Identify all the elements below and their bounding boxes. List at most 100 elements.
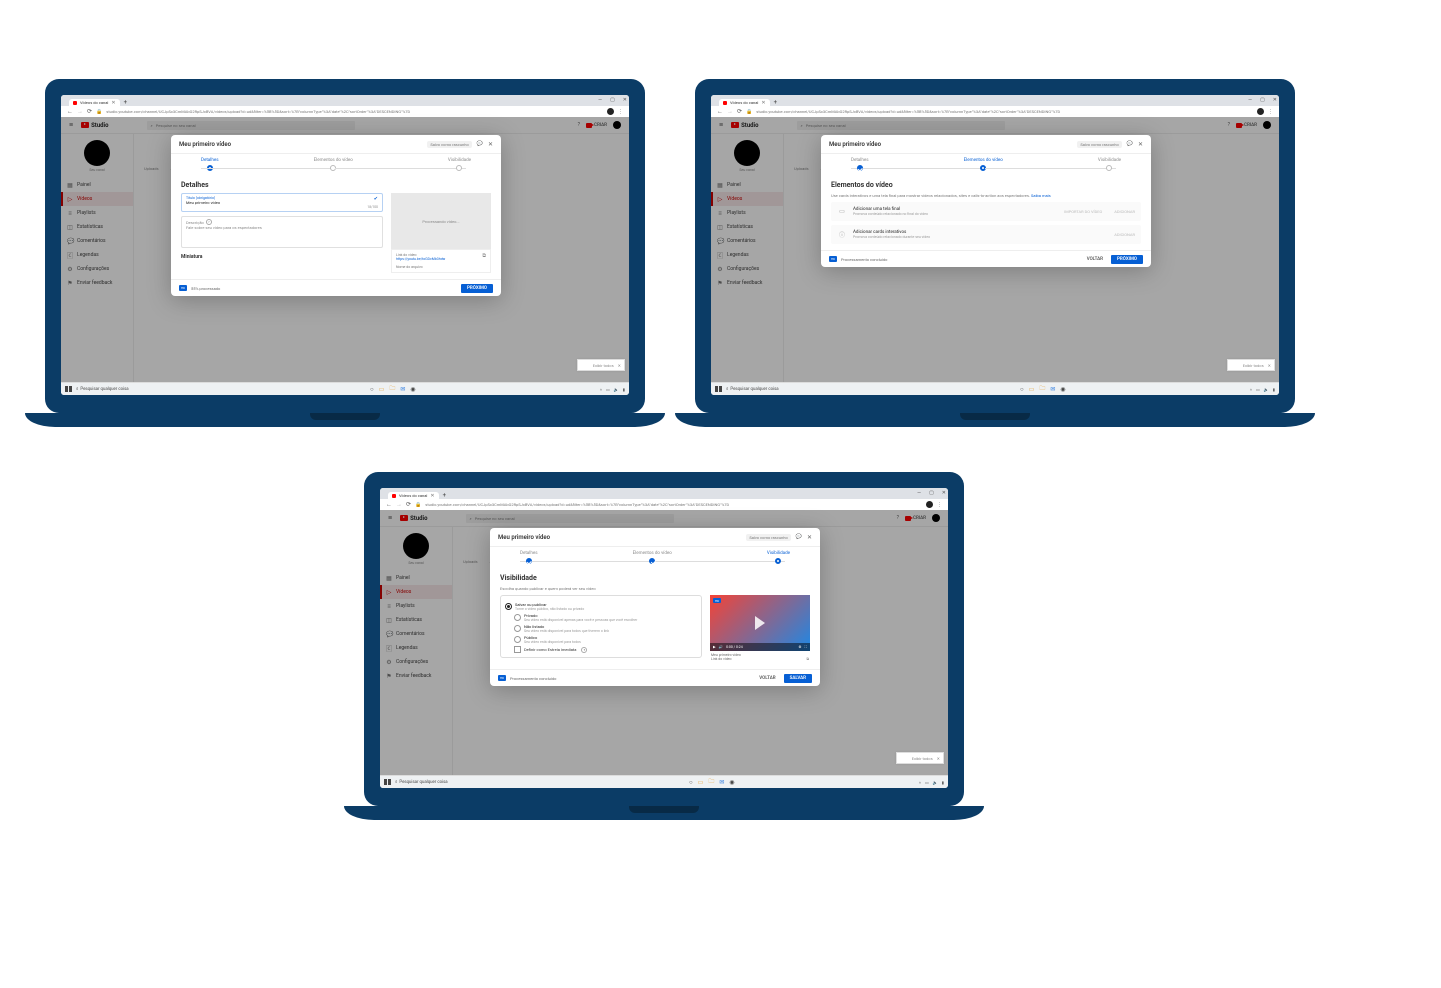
cortana-icon[interactable]: ○: [689, 779, 693, 786]
forward-icon[interactable]: →: [396, 501, 402, 508]
chrome-menu-icon[interactable]: ⋮: [937, 502, 942, 508]
taskbar-search[interactable]: ⌕ Pesquisar qualquer coisa: [395, 780, 505, 785]
new-tab-button[interactable]: +: [774, 100, 777, 106]
radio-public[interactable]: Público Seu vídeo está disponível para t…: [514, 635, 697, 644]
video-link[interactable]: https://youtu.be/toGDcMb3hdw: [396, 257, 486, 261]
explorer-icon[interactable]: 🗀: [1039, 384, 1045, 394]
tray-volume-icon[interactable]: 🔈: [1264, 387, 1269, 392]
forward-icon[interactable]: →: [727, 108, 733, 115]
browser-tab[interactable]: Vídeos do canal ✕: [388, 492, 439, 499]
back-button[interactable]: VOLTAR: [759, 676, 775, 681]
window-minimize[interactable]: —: [917, 491, 921, 496]
premiere-checkbox[interactable]: Definir como Estreia imediata ?: [514, 646, 697, 653]
chrome-menu-icon[interactable]: ⋮: [618, 109, 623, 115]
window-maximize[interactable]: ▢: [929, 491, 934, 496]
step-details[interactable]: Detalhes: [851, 158, 869, 171]
step-details[interactable]: Detalhes: [520, 551, 538, 564]
start-button[interactable]: [65, 386, 72, 393]
taskview-icon[interactable]: ▭: [379, 386, 385, 393]
chat-bar[interactable]: Exibir todos ✕: [896, 752, 944, 764]
copy-icon[interactable]: ⧉: [482, 253, 486, 259]
tray-volume-icon[interactable]: 🔈: [933, 780, 938, 785]
add-cards-button[interactable]: ADICIONAR: [1114, 232, 1135, 237]
play-icon[interactable]: [755, 616, 765, 630]
window-close[interactable]: ✕: [942, 491, 946, 496]
taskbar-search[interactable]: ⌕ Pesquisar qualquer coisa: [726, 387, 836, 392]
chat-bar[interactable]: Exibir todos ✕: [577, 359, 625, 371]
chatbar-close-icon[interactable]: ✕: [1268, 363, 1271, 368]
tray-volume-icon[interactable]: 🔈: [614, 387, 619, 392]
modal-feedback-icon[interactable]: 💬: [1127, 141, 1133, 147]
chrome-menu-icon[interactable]: ⋮: [1268, 109, 1273, 115]
step-elements[interactable]: Elementos do vídeo: [314, 158, 353, 171]
modal-close-icon[interactable]: ✕: [1138, 141, 1143, 148]
back-icon[interactable]: ←: [717, 108, 723, 115]
radio-unlisted[interactable]: Não listado Seu vídeo está disponível pa…: [514, 624, 697, 633]
chrome-icon[interactable]: ◉: [410, 386, 415, 393]
chat-bar[interactable]: Exibir todos ✕: [1227, 359, 1275, 371]
radio-private[interactable]: Privado Seu vídeo está disponível apenas…: [514, 613, 697, 622]
url-text[interactable]: studio.youtube.com/channel/UCJpSx3CmMAbG…: [425, 502, 922, 507]
tray-network-icon[interactable]: ▭: [925, 780, 929, 785]
tab-close-icon[interactable]: ✕: [761, 101, 765, 105]
new-tab-button[interactable]: +: [124, 100, 127, 106]
reload-icon[interactable]: ⟳: [737, 108, 742, 115]
reload-icon[interactable]: ⟳: [406, 501, 411, 508]
radio-save-publish[interactable]: Salvar ou publicar Torne o vídeo público…: [505, 602, 697, 611]
taskview-icon[interactable]: ▭: [1029, 386, 1035, 393]
chrome-profile-avatar[interactable]: [1257, 108, 1264, 115]
window-minimize[interactable]: —: [598, 98, 602, 103]
explorer-icon[interactable]: 🗀: [708, 777, 714, 787]
video-thumbnail[interactable]: HD ▶ 🔊 0:00 / 0:24 ⚙ ⛶: [710, 595, 810, 651]
tray-battery-icon[interactable]: ▮: [623, 387, 625, 392]
modal-close-icon[interactable]: ✕: [488, 141, 493, 148]
chatbar-close-icon[interactable]: ✕: [618, 363, 621, 368]
add-end-screen-button[interactable]: ADICIONAR: [1114, 209, 1135, 214]
window-maximize[interactable]: ▢: [610, 98, 615, 103]
title-field[interactable]: ✔ Título (obrigatório) Meu primeiro víde…: [181, 193, 383, 212]
window-close[interactable]: ✕: [623, 98, 627, 103]
video-controls[interactable]: ▶ 🔊 0:00 / 0:24 ⚙ ⛶: [710, 643, 810, 651]
browser-tab[interactable]: Vídeos do canal ✕: [69, 99, 120, 106]
play-icon[interactable]: ▶: [713, 645, 716, 649]
step-details[interactable]: Detalhes: [201, 158, 219, 171]
copy-icon[interactable]: ⧉: [807, 657, 810, 661]
start-button[interactable]: [384, 779, 391, 786]
window-minimize[interactable]: —: [1248, 98, 1252, 103]
back-icon[interactable]: ←: [386, 501, 392, 508]
url-text[interactable]: studio.youtube.com/channel/UCJpSx3CmMAbG…: [106, 109, 603, 114]
step-visibility[interactable]: Visibilidade: [767, 551, 790, 564]
window-maximize[interactable]: ▢: [1260, 98, 1265, 103]
tab-close-icon[interactable]: ✕: [111, 101, 115, 105]
url-text[interactable]: studio.youtube.com/channel/UCJpSx3CmMAbG…: [756, 109, 1253, 114]
next-button[interactable]: PRÓXIMO: [1111, 255, 1143, 264]
explorer-icon[interactable]: 🗀: [389, 384, 395, 394]
mail-icon[interactable]: ✉: [400, 386, 405, 393]
new-tab-button[interactable]: +: [443, 493, 446, 499]
window-close[interactable]: ✕: [1273, 98, 1277, 103]
cortana-icon[interactable]: ○: [370, 386, 374, 393]
next-button[interactable]: PRÓXIMO: [461, 284, 493, 293]
step-visibility[interactable]: Visibilidade: [1098, 158, 1121, 171]
step-elements[interactable]: Elementos do vídeo: [964, 158, 1003, 171]
mail-icon[interactable]: ✉: [719, 779, 724, 786]
modal-feedback-icon[interactable]: 💬: [796, 534, 802, 540]
description-field[interactable]: Descrição? Fale sobre seu vídeo para os …: [181, 216, 383, 248]
step-visibility[interactable]: Visibilidade: [448, 158, 471, 171]
tray-network-icon[interactable]: ▭: [606, 387, 610, 392]
mail-icon[interactable]: ✉: [1050, 386, 1055, 393]
browser-tab[interactable]: Vídeos do canal ✕: [719, 99, 770, 106]
reload-icon[interactable]: ⟳: [87, 108, 92, 115]
save-button[interactable]: SALVAR: [784, 674, 812, 683]
chrome-icon[interactable]: ◉: [1060, 386, 1065, 393]
tray-up-icon[interactable]: ˄: [600, 387, 602, 392]
step-elements[interactable]: Elementos do vídeo: [633, 551, 672, 564]
back-button[interactable]: VOLTAR: [1087, 257, 1103, 262]
tray-up-icon[interactable]: ˄: [1250, 387, 1252, 392]
chrome-icon[interactable]: ◉: [729, 779, 734, 786]
modal-feedback-icon[interactable]: 💬: [477, 141, 483, 147]
chatbar-close-icon[interactable]: ✕: [937, 756, 940, 761]
taskview-icon[interactable]: ▭: [698, 779, 704, 786]
taskbar-search[interactable]: ⌕ Pesquisar qualquer coisa: [76, 387, 186, 392]
chrome-profile-avatar[interactable]: [607, 108, 614, 115]
